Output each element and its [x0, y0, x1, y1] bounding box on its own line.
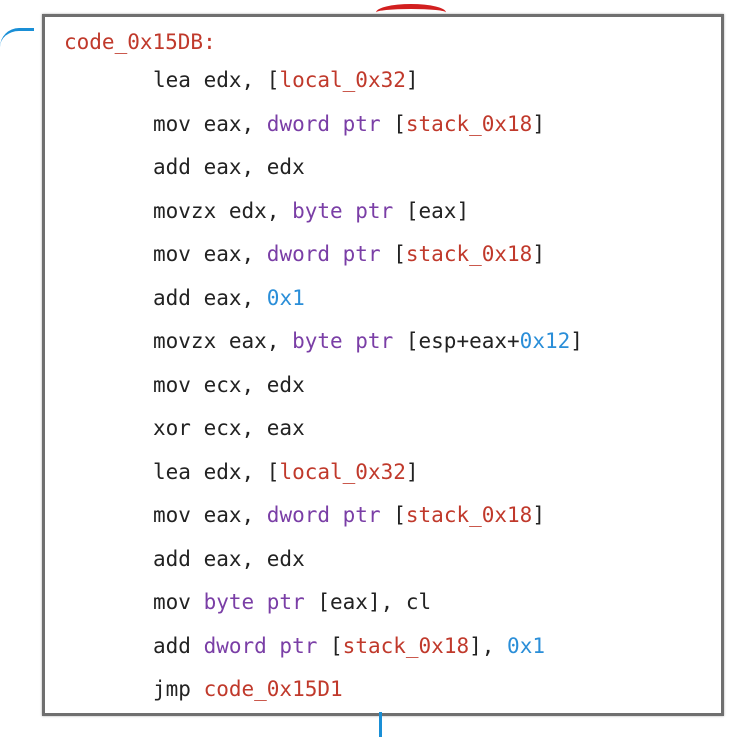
- instruction-text: ],: [469, 633, 508, 658]
- instruction-text: ]: [532, 503, 545, 527]
- immediate-value: 0x12: [519, 329, 571, 353]
- operand-reference[interactable]: local_0x32: [279, 460, 405, 484]
- instruction-line[interactable]: lea edx, [local_0x32]: [153, 67, 583, 111]
- size-keyword: byte ptr: [292, 329, 394, 353]
- instruction-text: [: [317, 633, 343, 658]
- operand-reference[interactable]: stack_0x18: [406, 112, 532, 136]
- instruction-text: add eax,: [153, 285, 267, 310]
- operand-reference[interactable]: stack_0x18: [406, 503, 532, 527]
- instruction-text: lea edx, [: [153, 68, 280, 92]
- instruction-text: lea edx, [: [153, 459, 280, 484]
- immediate-value: 0x1: [266, 285, 305, 310]
- instruction-line[interactable]: mov byte ptr [eax], cl: [153, 589, 583, 633]
- instruction-text: ]: [405, 459, 419, 484]
- code-block-node[interactable]: code_0x15DB: lea edx, [local_0x32] mov ea…: [42, 14, 724, 716]
- instruction-text: mov: [153, 590, 204, 614]
- operand-reference[interactable]: code_0x15D1: [204, 677, 343, 701]
- instruction-line[interactable]: add dword ptr [stack_0x18], 0x1: [153, 633, 583, 677]
- size-keyword: byte ptr: [292, 198, 394, 223]
- instruction-text: [: [380, 242, 406, 266]
- instruction-line[interactable]: mov eax, dword ptr [stack_0x18]: [153, 502, 583, 546]
- size-keyword: dword ptr: [266, 111, 381, 136]
- instruction-line[interactable]: xor ecx, eax: [153, 415, 583, 459]
- incoming-edge-left: [0, 28, 34, 47]
- instruction-text: add: [153, 633, 204, 658]
- size-keyword: dword ptr: [266, 242, 381, 266]
- size-keyword: dword ptr: [266, 503, 381, 527]
- instruction-line[interactable]: add eax, edx: [153, 154, 583, 198]
- instruction-line[interactable]: mov ecx, edx: [153, 372, 583, 416]
- instruction-text: jmp: [153, 677, 204, 701]
- instruction-text: movzx edx,: [153, 198, 293, 223]
- instruction-list: lea edx, [local_0x32] mov eax, dword ptr …: [153, 67, 583, 720]
- instruction-line[interactable]: mov eax, dword ptr [stack_0x18]: [153, 241, 583, 285]
- instruction-text: mov ecx, edx: [153, 372, 305, 397]
- block-label[interactable]: code_0x15DB:: [64, 29, 216, 55]
- instruction-line[interactable]: movzx edx, byte ptr [eax]: [153, 198, 583, 242]
- instruction-text: [: [380, 503, 406, 527]
- instruction-text: ]: [405, 68, 419, 92]
- instruction-text: [esp+eax+: [393, 329, 520, 353]
- instruction-line[interactable]: add eax, 0x1: [153, 285, 583, 329]
- instruction-text: movzx eax,: [153, 329, 293, 353]
- instruction-text: ]: [570, 329, 583, 353]
- instruction-text: ]: [532, 242, 545, 266]
- instruction-line[interactable]: movzx eax, byte ptr [esp+eax+0x12]: [153, 328, 583, 372]
- instruction-text: [: [380, 111, 406, 136]
- operand-reference[interactable]: local_0x32: [279, 68, 405, 92]
- instruction-line[interactable]: add eax, edx: [153, 546, 583, 590]
- instruction-text: xor ecx, eax: [153, 416, 305, 440]
- size-keyword: dword ptr: [203, 633, 318, 658]
- instruction-text: add eax, edx: [153, 546, 305, 571]
- instruction-line[interactable]: lea edx, [local_0x32]: [153, 459, 583, 503]
- instruction-text: mov eax,: [153, 242, 267, 266]
- instruction-text: [eax], cl: [304, 590, 432, 614]
- operand-reference[interactable]: stack_0x18: [343, 634, 469, 658]
- size-keyword: byte ptr: [203, 590, 305, 614]
- instruction-text: add eax, edx: [153, 155, 305, 179]
- instruction-line[interactable]: mov eax, dword ptr [stack_0x18]: [153, 111, 583, 155]
- operand-reference[interactable]: stack_0x18: [406, 242, 532, 266]
- instruction-line[interactable]: jmp code_0x15D1: [153, 676, 583, 720]
- instruction-text: mov eax,: [153, 111, 267, 136]
- immediate-value: 0x1: [507, 633, 545, 658]
- instruction-text: ]: [532, 111, 545, 136]
- instruction-text: [eax]: [393, 198, 470, 223]
- instruction-text: mov eax,: [153, 503, 267, 527]
